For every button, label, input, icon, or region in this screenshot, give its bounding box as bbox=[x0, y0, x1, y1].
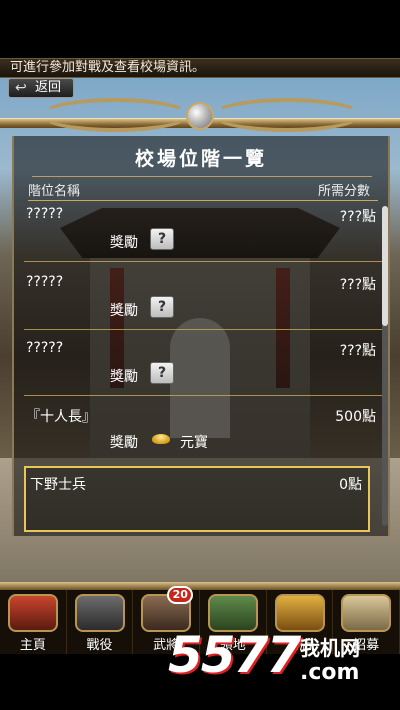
status-bar-area bbox=[0, 0, 400, 60]
notification-badge: 20 bbox=[167, 586, 194, 604]
unknown-reward-icon[interactable]: ? bbox=[150, 296, 174, 318]
divider bbox=[24, 329, 382, 330]
watermark-number: 5577 bbox=[168, 626, 301, 684]
nav-label: 戰役 bbox=[86, 638, 113, 653]
reward-label: 獎勵 bbox=[110, 235, 138, 251]
reward-label: 獎勵 bbox=[110, 303, 138, 319]
scrollbar-thumb[interactable] bbox=[382, 206, 388, 326]
current-rank-name: 下野士兵 bbox=[30, 477, 86, 493]
rank-name: 『十人長』 bbox=[26, 409, 96, 425]
home-icon bbox=[8, 594, 58, 632]
rank-name: ????? bbox=[26, 274, 64, 290]
unknown-reward-icon[interactable]: ? bbox=[150, 362, 174, 384]
rank-row[interactable]: 『十人長』 500點 獎勵 元寶 bbox=[24, 402, 382, 462]
rank-points: ???點 bbox=[339, 343, 376, 359]
rank-row[interactable]: ????? ???點 獎勵 ? bbox=[24, 202, 382, 262]
reward-text: 元寶 bbox=[180, 435, 208, 451]
back-arrow-icon: ↩ bbox=[15, 80, 27, 96]
divider bbox=[28, 200, 378, 201]
watermark-com: .com bbox=[300, 660, 360, 685]
site-watermark: 5577 我机网 .com bbox=[168, 620, 396, 706]
dragon-ornament bbox=[0, 96, 400, 138]
scrollbar[interactable] bbox=[382, 206, 388, 526]
nav-item-home[interactable]: 主頁 bbox=[0, 590, 67, 654]
divider bbox=[24, 261, 382, 262]
gold-ingot-icon bbox=[152, 434, 170, 444]
pearl-icon bbox=[186, 102, 214, 130]
rank-points: 500點 bbox=[335, 409, 376, 425]
rank-row[interactable]: ????? ???點 獎勵 ? bbox=[24, 270, 382, 330]
rank-points: ???點 bbox=[339, 277, 376, 293]
notice-bar: 可進行參加對戰及查看校場資訊。 bbox=[0, 58, 400, 78]
back-button[interactable]: ↩ 返回 bbox=[8, 78, 74, 98]
nav-item-battle[interactable]: 戰役 bbox=[67, 590, 134, 654]
back-button-label: 返回 bbox=[35, 80, 62, 95]
watermark-cn: 我机网 bbox=[300, 636, 360, 660]
rank-name: ????? bbox=[26, 206, 64, 222]
nav-top-border bbox=[0, 582, 400, 590]
swords-icon bbox=[74, 594, 125, 632]
dragon-left-icon bbox=[40, 98, 190, 132]
dragon-right-icon bbox=[212, 98, 362, 132]
rank-name: ????? bbox=[26, 340, 64, 356]
current-rank-row[interactable]: 下野士兵 0點 bbox=[24, 466, 370, 532]
rank-points: ???點 bbox=[339, 209, 376, 225]
nav-label: 主頁 bbox=[19, 638, 46, 653]
reward-label: 獎勵 bbox=[110, 369, 138, 385]
reward-label: 獎勵 bbox=[110, 435, 138, 451]
divider bbox=[32, 176, 372, 177]
header-rank-name: 階位名稱 bbox=[28, 184, 81, 199]
rank-row[interactable]: ????? ???點 獎勵 ? bbox=[24, 336, 382, 396]
divider bbox=[24, 395, 382, 396]
header-required-score: 所需分數 bbox=[317, 184, 370, 199]
current-rank-points: 0點 bbox=[339, 477, 362, 493]
unknown-reward-icon[interactable]: ? bbox=[150, 228, 174, 250]
panel-title: 校場位階一覽 bbox=[134, 148, 267, 170]
